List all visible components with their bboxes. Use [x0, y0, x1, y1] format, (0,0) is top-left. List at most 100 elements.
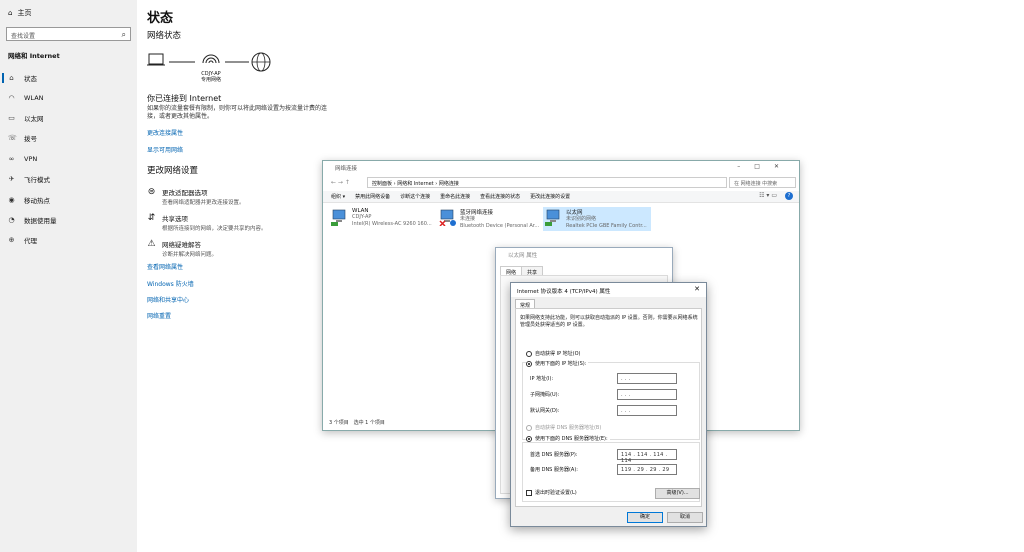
- ipv4-properties-dialog: Internet 协议版本 4 (TCP/IPv4) 属性 ✕ 常规 如果网络支…: [510, 282, 707, 527]
- adapter-network-icon: [331, 209, 346, 226]
- adapter-device: Bluetooth Device (Personal Ar...: [460, 222, 540, 229]
- sidebar-item-label: 拨号: [24, 135, 37, 143]
- dialog-title: 以太网 属性: [508, 253, 538, 259]
- address-path[interactable]: 控制面板 › 网络和 Internet › 网络连接: [367, 177, 727, 188]
- adapter-bluetooth[interactable]: 蓝牙网络连接 未连接 Bluetooth Device (Personal Ar…: [437, 207, 545, 231]
- ipv4-description: 如果网络支持此功能，则可以获取自动指派的 IP 设置。否则，你需要从网络系统管理…: [520, 315, 698, 328]
- adapter-wlan[interactable]: WLAN CDJY-AP Intel(R) Wireless-AC 9260 1…: [329, 207, 437, 231]
- adapter-device: Intel(R) Wireless-AC 9260 160...: [352, 220, 432, 227]
- option-adapter[interactable]: ⊜ 更改适配器选项 查看网络适配器并更改连接设置。: [147, 187, 245, 206]
- dns2-label: 备用 DNS 服务器(A):: [530, 467, 578, 473]
- dialog-title: Internet 协议版本 4 (TCP/IPv4) 属性: [517, 289, 611, 295]
- radio-label: 使用下面的 IP 地址(S):: [535, 361, 587, 367]
- firewall-link[interactable]: Windows 防火墙: [147, 279, 194, 288]
- sharing-icon: ⇵: [147, 213, 156, 223]
- general-panel: 如果网络支持此功能，则可以获取自动指派的 IP 设置。否则，你需要从网络系统管理…: [515, 308, 702, 507]
- radio-label: 自动获得 DNS 服务器地址(B): [535, 425, 602, 431]
- network-reset-link[interactable]: 网络重置: [147, 311, 171, 320]
- change-connection-props-link[interactable]: 更改连接属性: [147, 128, 183, 137]
- dialog-titlebar[interactable]: Internet 协议版本 4 (TCP/IPv4) 属性 ✕: [511, 283, 706, 297]
- validate-on-exit-checkbox[interactable]: 退出时验证设置(L): [526, 489, 577, 496]
- data-usage-icon: ◔: [8, 216, 15, 224]
- sidebar-item-dialup[interactable]: ☏ 拨号: [8, 131, 37, 145]
- subnet-mask-input[interactable]: . . .: [617, 389, 677, 400]
- view-options-icon[interactable]: ☷ ▾ ▭: [759, 192, 777, 199]
- view-network-props-link[interactable]: 查看网络属性: [147, 262, 183, 271]
- item-count: 3 个项目: [329, 420, 349, 426]
- network-diagram-icons: [147, 52, 271, 72]
- radio-manual-ip[interactable]: 使用下面的 IP 地址(S):: [526, 360, 589, 367]
- radio-auto-ip[interactable]: 自动获得 IP 地址(O): [526, 350, 581, 357]
- show-available-networks-link[interactable]: 显示可用网络: [147, 145, 183, 154]
- nav-buttons[interactable]: ← → ↑: [323, 179, 367, 186]
- radio-button[interactable]: [526, 350, 532, 357]
- sidebar-item-hotspot[interactable]: ◉ 移动热点: [8, 193, 50, 207]
- toolbar-view-status[interactable]: 查看此连接的状态: [480, 193, 520, 200]
- change-settings-heading: 更改网络设置: [147, 166, 199, 176]
- ip-address-input[interactable]: . . .: [617, 373, 677, 384]
- warning-icon: ⚠: [147, 239, 156, 249]
- dns1-input[interactable]: 114 . 114 . 114 . 114: [617, 449, 677, 464]
- connected-heading: 你已连接到 Internet: [147, 94, 222, 103]
- selected-count: 选中 1 个项目: [353, 420, 385, 426]
- ip-address-label: IP 地址(I):: [530, 376, 554, 382]
- adapter-network-icon: [545, 209, 560, 226]
- globe-icon: ⊕: [8, 236, 15, 244]
- toolbar-organize[interactable]: 组织 ▾: [331, 193, 345, 200]
- radio-button[interactable]: [526, 424, 532, 431]
- search-icon: ⌕: [121, 30, 126, 39]
- option-troubleshoot[interactable]: ⚠ 网络疑难解答 诊断并解决网络问题。: [147, 239, 217, 258]
- airplane-icon: ✈: [8, 175, 15, 183]
- sidebar-home[interactable]: ⌂ 主页: [8, 8, 31, 18]
- toolbar-diagnose[interactable]: 诊断这个连接: [400, 193, 430, 200]
- radio-auto-dns[interactable]: 自动获得 DNS 服务器地址(B): [526, 424, 601, 431]
- status-bar: 3 个项目 选中 1 个项目: [329, 419, 385, 426]
- toolbar-change-settings[interactable]: 更改此连接的设置: [530, 193, 570, 200]
- sidebar-item-data-usage[interactable]: ◔ 数据使用量: [8, 213, 56, 227]
- settings-search-input[interactable]: 查找设置 ⌕: [6, 27, 131, 41]
- toolbar-disable[interactable]: 禁用此网络设备: [355, 193, 390, 200]
- network-status-heading: 网络状态: [147, 31, 182, 41]
- gateway-input[interactable]: . . .: [617, 405, 677, 416]
- home-icon: ⌂: [8, 9, 13, 17]
- adapter-ethernet[interactable]: 以太网 未识别的网络 Realtek PCIe GBE Family Contr…: [543, 207, 651, 231]
- help-icon[interactable]: ?: [785, 192, 793, 200]
- ok-button[interactable]: 确定: [627, 512, 663, 523]
- checkbox-label: 退出时验证设置(L): [535, 490, 577, 496]
- dns2-input[interactable]: 119 . 29 . 29 . 29: [617, 464, 677, 475]
- sidebar-item-airplane[interactable]: ✈ 飞行模式: [8, 172, 50, 186]
- page-title: 状态: [147, 11, 174, 26]
- sidebar-item-wlan[interactable]: ◠ WLAN: [8, 91, 43, 105]
- gateway-label: 默认网关(D):: [530, 408, 560, 414]
- advanced-button[interactable]: 高级(V)...: [655, 488, 700, 499]
- explorer-search-input[interactable]: 在 网络连接 中搜索: [729, 177, 796, 188]
- close-icon[interactable]: ✕: [694, 285, 700, 293]
- ethernet-icon: ▭: [8, 114, 15, 122]
- sidebar-item-status[interactable]: ⌂ 状态: [2, 71, 37, 85]
- sidebar-item-proxy[interactable]: ⊕ 代理: [8, 233, 37, 247]
- window-controls[interactable]: –□✕: [737, 163, 793, 170]
- settings-sidebar: ⌂ 主页 查找设置 ⌕ 网络和 Internet ⌂ 状态 ◠ WLAN ▭ 以…: [0, 0, 137, 552]
- adapter-device: Realtek PCIe GBE Family Contr...: [566, 222, 647, 229]
- window-titlebar[interactable]: 网络连接 –□✕: [323, 161, 799, 175]
- option-title: 网络疑难解答: [162, 241, 201, 249]
- sidebar-item-vpn[interactable]: ∞ VPN: [8, 152, 38, 166]
- toolbar-rename[interactable]: 重命名此连接: [440, 193, 470, 200]
- option-sharing[interactable]: ⇵ 共享选项 根据所连接到的网络，决定要共享的内容。: [147, 213, 267, 232]
- radio-manual-dns[interactable]: 使用下面的 DNS 服务器地址(E):: [526, 435, 610, 442]
- address-bar: ← → ↑ 控制面板 › 网络和 Internet › 网络连接 在 网络连接 …: [323, 176, 799, 189]
- checkbox-box[interactable]: [526, 489, 532, 496]
- sharing-center-link[interactable]: 网络和共享中心: [147, 295, 189, 304]
- sidebar-item-label: 代理: [24, 237, 37, 245]
- explorer-toolbar: 组织 ▾ 禁用此网络设备 诊断这个连接 重命名此连接 查看此连接的状态 更改此连…: [323, 191, 799, 203]
- option-desc: 根据所连接到的网络，决定要共享的内容。: [162, 226, 267, 232]
- option-desc: 诊断并解决网络问题。: [162, 252, 218, 258]
- sidebar-item-ethernet[interactable]: ▭ 以太网: [8, 111, 43, 125]
- sidebar-category: 网络和 Internet: [8, 52, 60, 60]
- radio-button[interactable]: [526, 435, 532, 442]
- home-icon: ⌂: [9, 74, 14, 82]
- cancel-button[interactable]: 取消: [667, 512, 703, 523]
- radio-button[interactable]: [526, 360, 532, 367]
- adapter-name: 蓝牙网络连接: [460, 210, 494, 216]
- sidebar-item-label: 飞行模式: [24, 176, 50, 184]
